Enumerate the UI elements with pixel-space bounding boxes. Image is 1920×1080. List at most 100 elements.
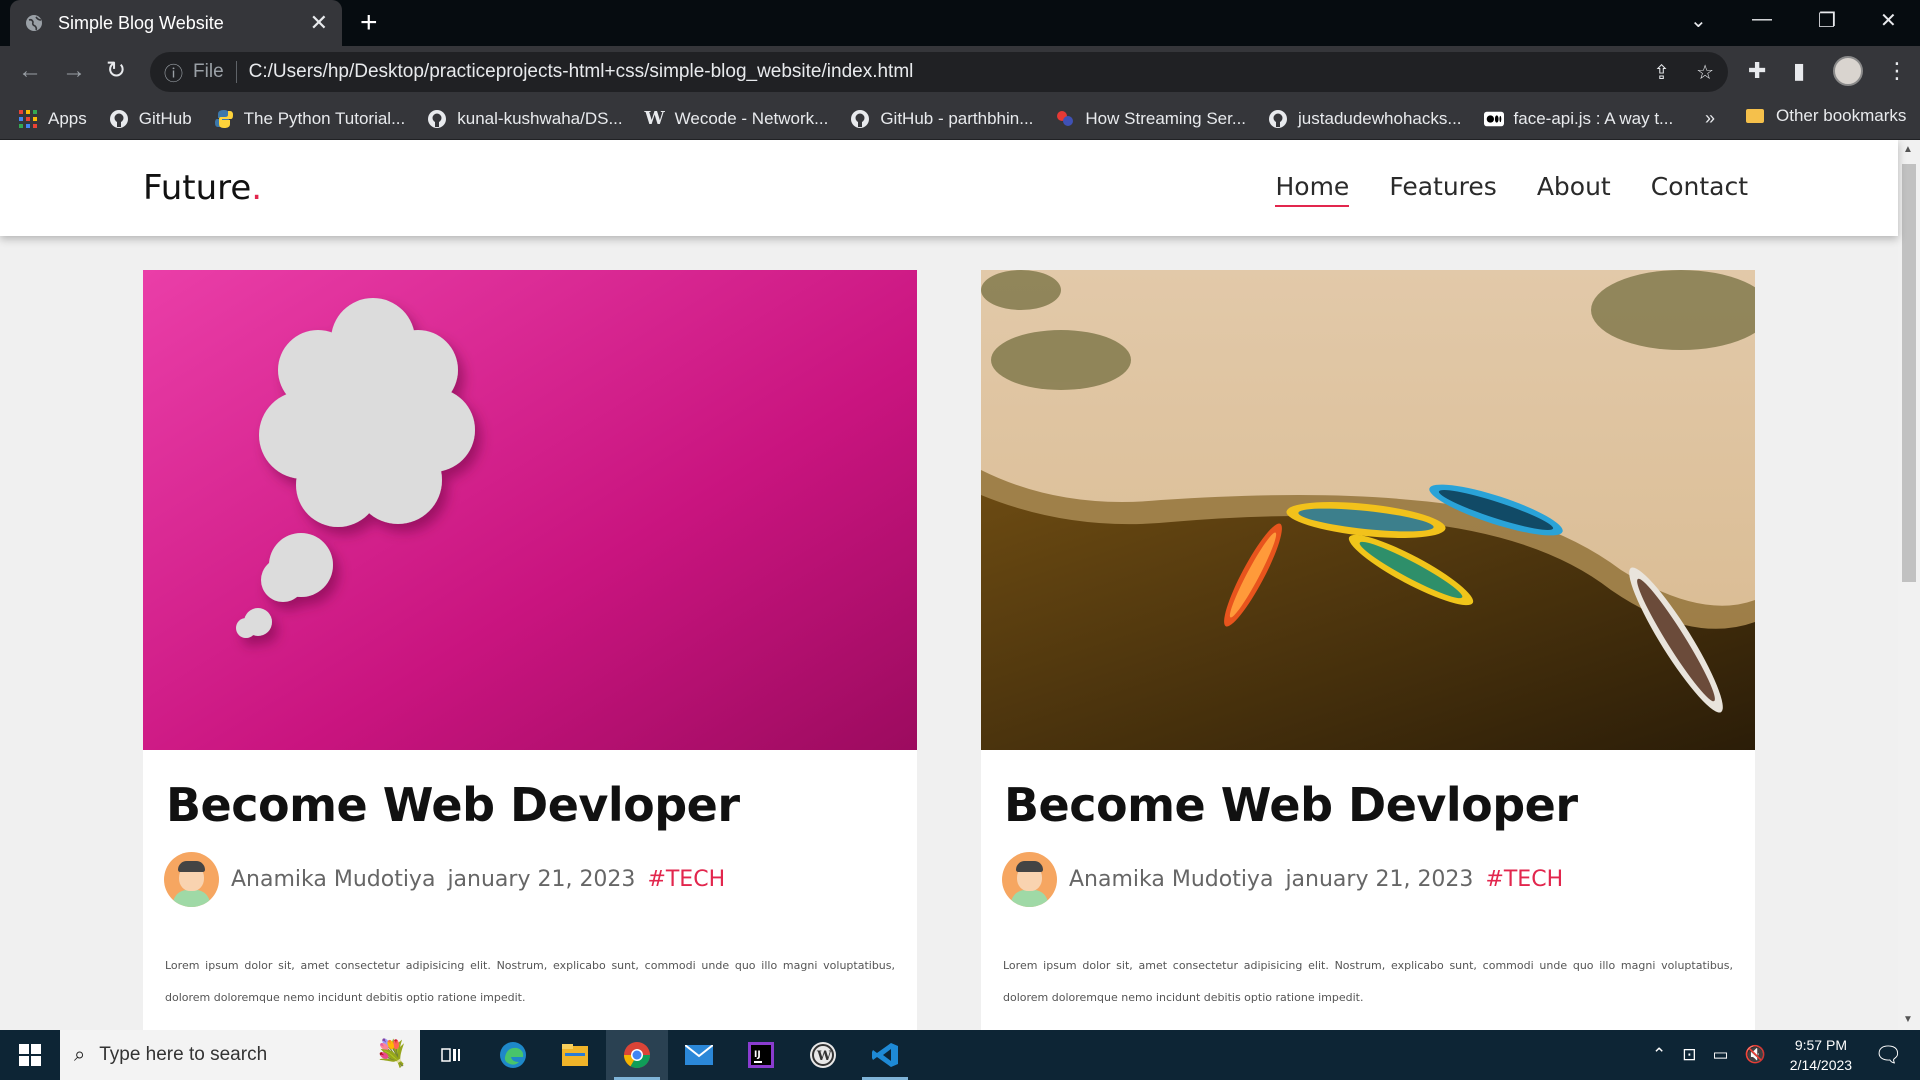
globe-icon (26, 15, 42, 31)
search-icon: ⌕ (74, 1043, 86, 1066)
browser-toolbar: ← → ↻ ⓘ File C:/Users/hp/Desktop/practic… (0, 46, 1920, 98)
restore-button[interactable]: ❐ (1818, 8, 1836, 33)
url-text[interactable]: C:/Users/hp/Desktop/practiceprojects-htm… (249, 61, 914, 83)
browser-tab-strip: Simple Blog Website ✕ + ⌄ — ❐ ✕ (0, 0, 1920, 46)
bookmarks-overflow-button[interactable]: » (1705, 108, 1715, 129)
post-date: january 21, 2023 (1285, 867, 1474, 892)
close-window-button[interactable]: ✕ (1880, 8, 1897, 33)
page-viewport: Future. Home Features About Contact Beco… (0, 140, 1920, 1030)
nav-link-features[interactable]: Features (1389, 172, 1497, 207)
blog-card[interactable]: Become Web Devloper Anamika Mudotiya jan… (981, 270, 1755, 1030)
search-placeholder: Type here to search (99, 1044, 268, 1065)
medium-icon (1483, 109, 1504, 129)
taskbar-search-box[interactable]: ⌕ Type here to search 💐 (60, 1030, 420, 1080)
apps-grid-icon (18, 109, 38, 129)
bookmark-streaming[interactable]: How Streaming Ser... (1055, 109, 1246, 129)
bookmark-face-api[interactable]: face-api.js : A way t... (1483, 108, 1674, 129)
svg-text:IJ: IJ (754, 1050, 761, 1060)
vscode-icon[interactable] (854, 1030, 916, 1080)
notification-icon[interactable]: 🗨 (1874, 1042, 1902, 1068)
nav-link-about[interactable]: About (1537, 172, 1611, 207)
bookmark-github-parth[interactable]: GitHub - parthbhin... (850, 109, 1033, 129)
chevron-up-icon[interactable]: ⌃ (1652, 1045, 1666, 1065)
bookmark-kunal-dsa[interactable]: kunal-kushwaha/DS... (427, 109, 623, 129)
start-button[interactable] (0, 1030, 60, 1080)
clock-date: 2/14/2023 (1789, 1057, 1853, 1073)
bookmark-justadude[interactable]: justadudewhohacks... (1268, 109, 1462, 129)
scroll-thumb[interactable] (1902, 164, 1916, 582)
side-panel-icon[interactable]: ▮ (1793, 58, 1805, 84)
flowers-icon: 💐 (375, 1038, 408, 1068)
author-name: Anamika Mudotiya (231, 867, 436, 892)
bookmark-label: How Streaming Ser... (1085, 108, 1247, 128)
chrome-icon[interactable] (606, 1030, 668, 1080)
post-image-beach-boats (981, 270, 1755, 750)
python-icon (214, 109, 234, 129)
post-excerpt: Lorem ipsum dolor sit, amet consectetur … (165, 959, 895, 1004)
reload-button[interactable]: ↻ (106, 58, 126, 84)
bookmark-apps[interactable]: Apps (18, 109, 87, 129)
nav-link-contact[interactable]: Contact (1651, 172, 1748, 207)
site-logo[interactable]: Future. (143, 168, 262, 208)
bookmark-star-icon[interactable]: ☆ (1696, 60, 1714, 85)
logo-dot: . (251, 168, 263, 208)
menu-icon[interactable]: ⋮ (1886, 58, 1908, 84)
share-icon[interactable]: ⇪ (1653, 60, 1670, 85)
wordpress-icon[interactable]: W (792, 1030, 854, 1080)
author-name: Anamika Mudotiya (1069, 867, 1274, 892)
post-date: january 21, 2023 (447, 867, 636, 892)
forward-button[interactable]: → (62, 58, 86, 84)
other-bookmarks-label: Other bookmarks (1776, 106, 1907, 125)
tab-close-icon[interactable]: ✕ (310, 12, 328, 34)
github-icon (427, 109, 447, 129)
minimize-button[interactable]: — (1752, 8, 1772, 31)
site-info-icon[interactable]: ⓘ (164, 59, 183, 86)
bookmark-label: GitHub - parthbhin... (880, 108, 1034, 128)
folder-icon (1746, 109, 1764, 123)
volume-muted-icon[interactable]: 🔇 (1745, 1045, 1766, 1065)
post-meta: Anamika Mudotiya january 21, 2023 #TECH (1002, 852, 1563, 907)
file-explorer-icon[interactable] (544, 1030, 606, 1080)
bookmark-wecode[interactable]: W Wecode - Network... (644, 108, 829, 129)
profile-avatar[interactable] (1833, 56, 1863, 86)
post-excerpt: Lorem ipsum dolor sit, amet consectetur … (1003, 959, 1733, 1004)
scroll-down-arrow-icon[interactable]: ▼ (1903, 1014, 1913, 1025)
clock[interactable]: 9:57 PM 2/14/2023 (1790, 1035, 1852, 1075)
post-image-thought-bubble (143, 270, 917, 750)
windows-taskbar: ⌕ Type here to search 💐 IJ W ⌃ ⊡ ▭ 🔇 9:5… (0, 1030, 1920, 1080)
device-icon[interactable]: ⊡ (1682, 1045, 1696, 1065)
other-bookmarks[interactable]: Other bookmarks (1746, 106, 1906, 126)
post-meta: Anamika Mudotiya january 21, 2023 #TECH (164, 852, 725, 907)
post-title[interactable]: Become Web Devloper (1004, 778, 1578, 832)
task-view-icon[interactable] (420, 1030, 482, 1080)
post-tag[interactable]: #TECH (647, 867, 725, 892)
battery-icon[interactable]: ▭ (1713, 1045, 1729, 1065)
site-nav: Home Features About Contact (1275, 172, 1748, 207)
streaming-icon (1055, 109, 1075, 129)
page-scrollbar[interactable]: ▲ ▼ (1898, 140, 1920, 1030)
bookmark-label: Apps (48, 108, 87, 128)
edge-icon[interactable] (482, 1030, 544, 1080)
logo-text: Future (143, 168, 252, 208)
github-icon (850, 109, 870, 129)
bookmark-github[interactable]: GitHub (109, 109, 192, 129)
bookmark-label: face-api.js : A way t... (1513, 108, 1674, 128)
scroll-up-arrow-icon[interactable]: ▲ (1903, 144, 1913, 155)
intellij-icon[interactable]: IJ (730, 1030, 792, 1080)
post-tag[interactable]: #TECH (1485, 867, 1563, 892)
bookmark-label: Wecode - Network... (674, 108, 829, 128)
nav-link-home[interactable]: Home (1275, 172, 1350, 207)
browser-tab[interactable]: Simple Blog Website ✕ (10, 0, 342, 46)
clock-time: 9:57 PM (1794, 1037, 1847, 1053)
address-bar[interactable]: ⓘ File C:/Users/hp/Desktop/practiceproje… (150, 52, 1728, 92)
bookmark-python-tutorial[interactable]: The Python Tutorial... (214, 109, 405, 129)
post-title[interactable]: Become Web Devloper (166, 778, 740, 832)
blog-card[interactable]: Become Web Devloper Anamika Mudotiya jan… (143, 270, 917, 1030)
mail-icon[interactable] (668, 1030, 730, 1080)
back-button[interactable]: ← (18, 58, 42, 84)
extensions-icon[interactable]: ✚ (1748, 58, 1766, 84)
tab-search-icon[interactable]: ⌄ (1690, 8, 1707, 33)
bookmark-label: GitHub (138, 108, 192, 128)
new-tab-button[interactable]: + (360, 8, 378, 38)
wecode-icon: W (644, 108, 665, 129)
